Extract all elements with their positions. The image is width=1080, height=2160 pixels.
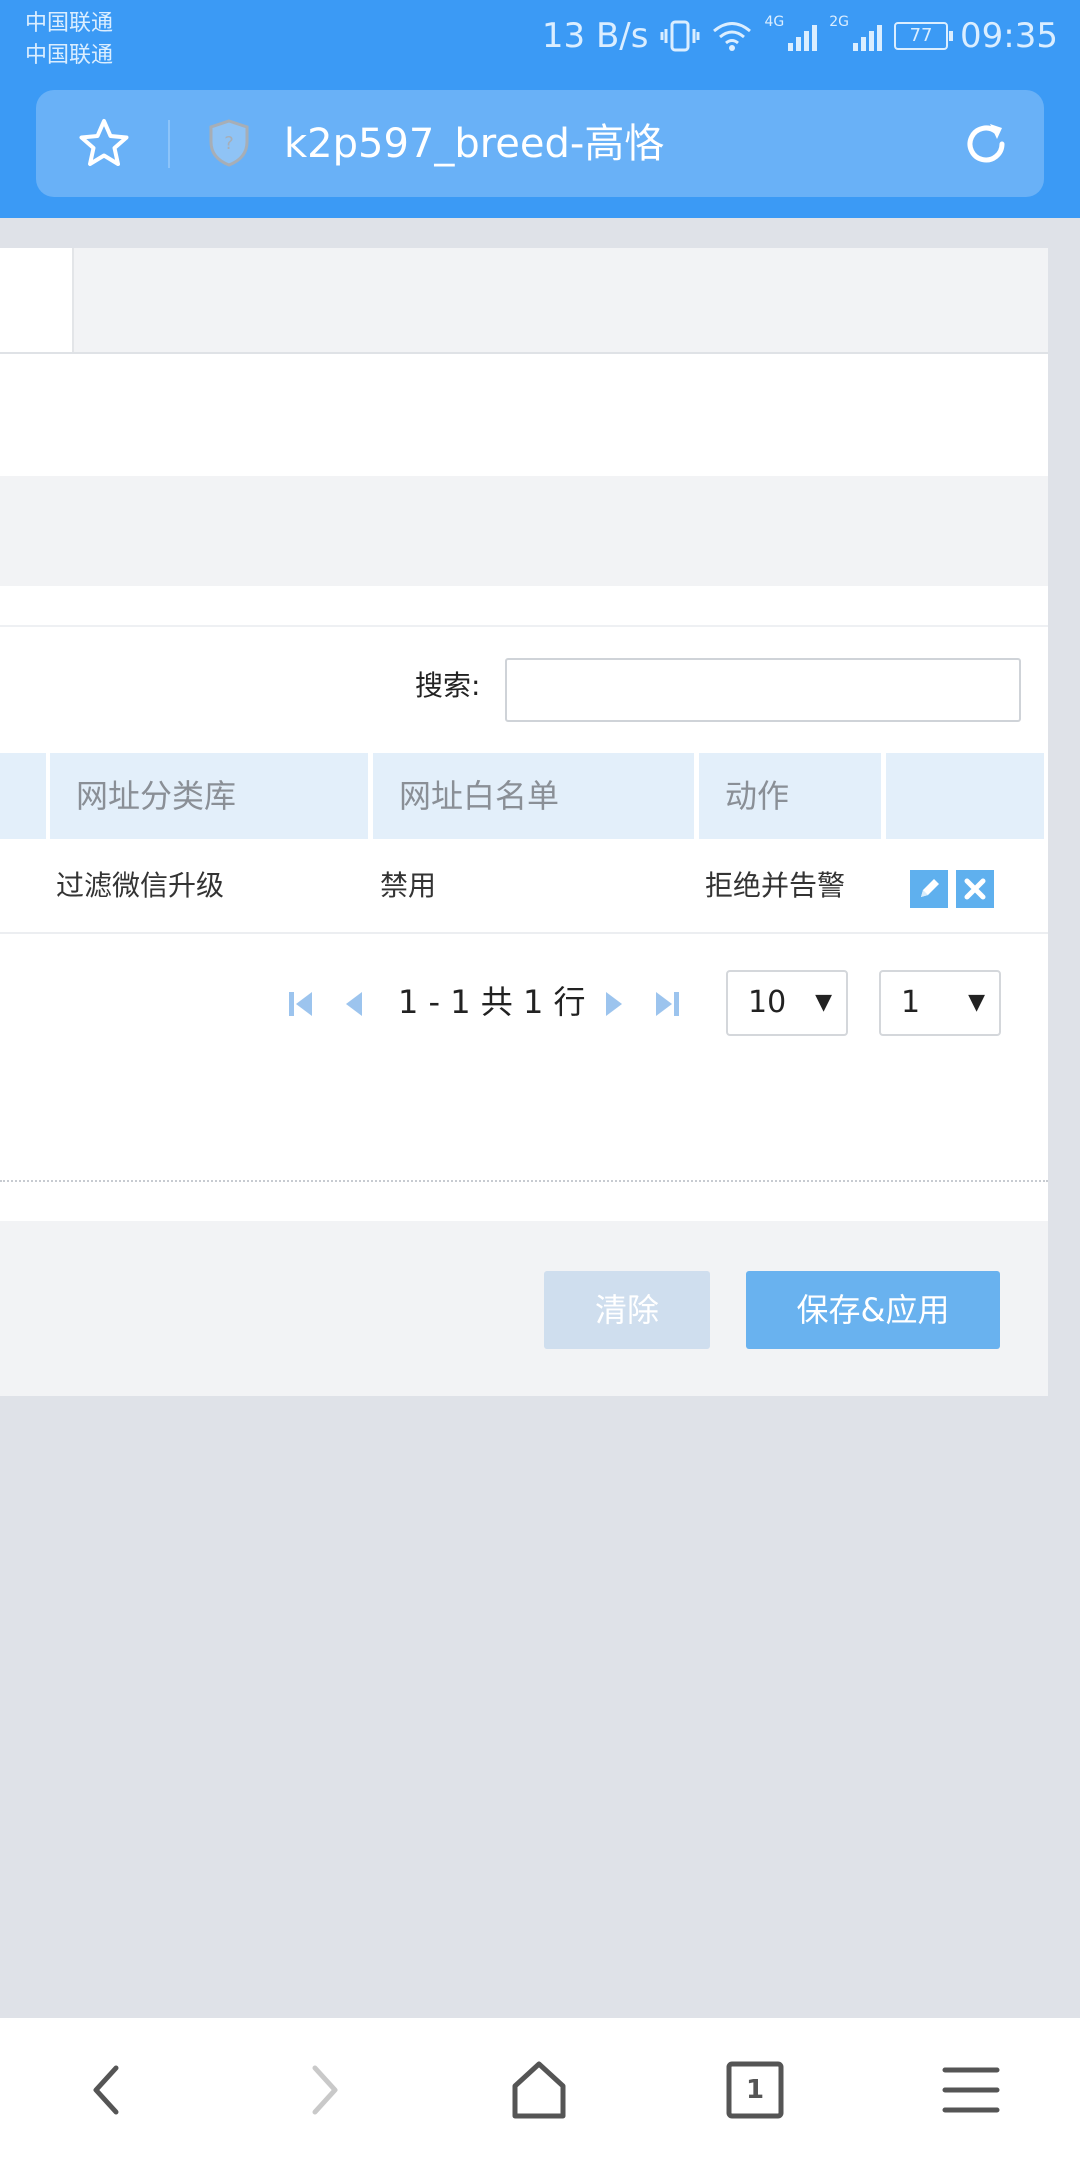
- tab-count: 1: [745, 2075, 765, 2105]
- reload-icon[interactable]: [960, 118, 1012, 170]
- browser-chrome: 中国联通 中国联通 13 B/s 4G 2G 77 09:35 ? k2p597…: [0, 0, 1080, 218]
- search-label: 搜索:: [415, 669, 481, 702]
- page-content: 搜索: 网址分类库 网址白名单 动作 过滤微信升级 禁用 拒绝并告警 1 - 1…: [0, 248, 1048, 1396]
- divider: [0, 625, 1048, 627]
- column-header-action: 动作: [699, 753, 881, 839]
- save-apply-button[interactable]: 保存&应用: [746, 1271, 1000, 1349]
- cell-whitelist: 禁用: [380, 869, 437, 902]
- tab-active[interactable]: [0, 248, 74, 352]
- cell-category: 过滤微信升级: [56, 869, 225, 902]
- column-header-category: 网址分类库: [50, 753, 368, 839]
- status-bar: 中国联通 中国联通 13 B/s 4G 2G 77 09:35: [0, 0, 1080, 76]
- close-icon: [964, 878, 986, 900]
- pencil-icon: [921, 879, 939, 897]
- network-speed: 13 B/s: [541, 16, 649, 56]
- battery-icon: 77: [894, 22, 954, 50]
- page-number-select[interactable]: 1 ▼: [879, 970, 1001, 1036]
- network-type-1: 4G: [764, 14, 785, 30]
- pagination: 1 - 1 共 1 行 10 ▼ 1 ▼: [0, 968, 1048, 1040]
- column-header-whitelist: 网址白名单: [373, 753, 694, 839]
- tabs-button[interactable]: 1: [719, 2054, 791, 2126]
- shield-icon[interactable]: ?: [206, 118, 252, 168]
- table-header: 网址分类库 网址白名单 动作: [0, 753, 1048, 839]
- form-actions: 清除 保存&应用: [0, 1221, 1048, 1396]
- page-number-value: 1: [901, 985, 921, 1020]
- star-icon[interactable]: [76, 116, 132, 172]
- signal-icon-2: [853, 21, 883, 51]
- column-header-operations: [886, 753, 1044, 839]
- chevron-down-icon: ▼: [968, 990, 985, 1015]
- carrier-1: 中国联通: [25, 11, 114, 36]
- signal-icon-1: [788, 21, 818, 51]
- edit-button[interactable]: [910, 870, 948, 908]
- back-icon[interactable]: [72, 2054, 144, 2126]
- section-band: [0, 476, 1048, 586]
- address-bar[interactable]: ? k2p597_breed-高恪: [36, 90, 1044, 197]
- dotted-divider: [0, 1180, 1048, 1182]
- address-divider: [168, 120, 170, 168]
- table-row: 过滤微信升级 禁用 拒绝并告警: [0, 840, 1048, 934]
- home-icon[interactable]: [503, 2054, 575, 2126]
- cell-action: 拒绝并告警: [705, 869, 846, 902]
- search-input[interactable]: [505, 658, 1021, 722]
- pagination-summary: 1 - 1 共 1 行: [398, 983, 586, 1021]
- carrier-info: 中国联通 中国联通: [25, 8, 113, 72]
- chevron-down-icon: ▼: [815, 990, 832, 1015]
- page-size-select[interactable]: 10 ▼: [726, 970, 848, 1036]
- svg-text:?: ?: [224, 133, 234, 154]
- delete-button[interactable]: [956, 870, 994, 908]
- next-page-icon[interactable]: [600, 988, 630, 1020]
- status-indicators: 13 B/s 4G 2G 77 09:35: [542, 14, 1058, 58]
- network-type-2: 2G: [829, 14, 850, 30]
- vibrate-icon: [660, 20, 700, 52]
- menu-icon[interactable]: [935, 2054, 1007, 2126]
- wifi-icon: [713, 22, 752, 51]
- last-page-icon[interactable]: [652, 988, 682, 1020]
- previous-page-icon[interactable]: [338, 988, 368, 1020]
- clear-button[interactable]: 清除: [544, 1271, 710, 1349]
- page-size-value: 10: [748, 985, 787, 1020]
- carrier-2: 中国联通: [25, 43, 114, 68]
- forward-icon[interactable]: [287, 2054, 359, 2126]
- clock: 09:35: [960, 16, 1058, 56]
- page-title[interactable]: k2p597_breed-高恪: [284, 118, 664, 170]
- first-page-icon[interactable]: [286, 988, 316, 1020]
- column-header-hidden: [0, 753, 46, 839]
- tab-bar: [0, 248, 1048, 354]
- bottom-navigation: 1: [0, 2018, 1080, 2160]
